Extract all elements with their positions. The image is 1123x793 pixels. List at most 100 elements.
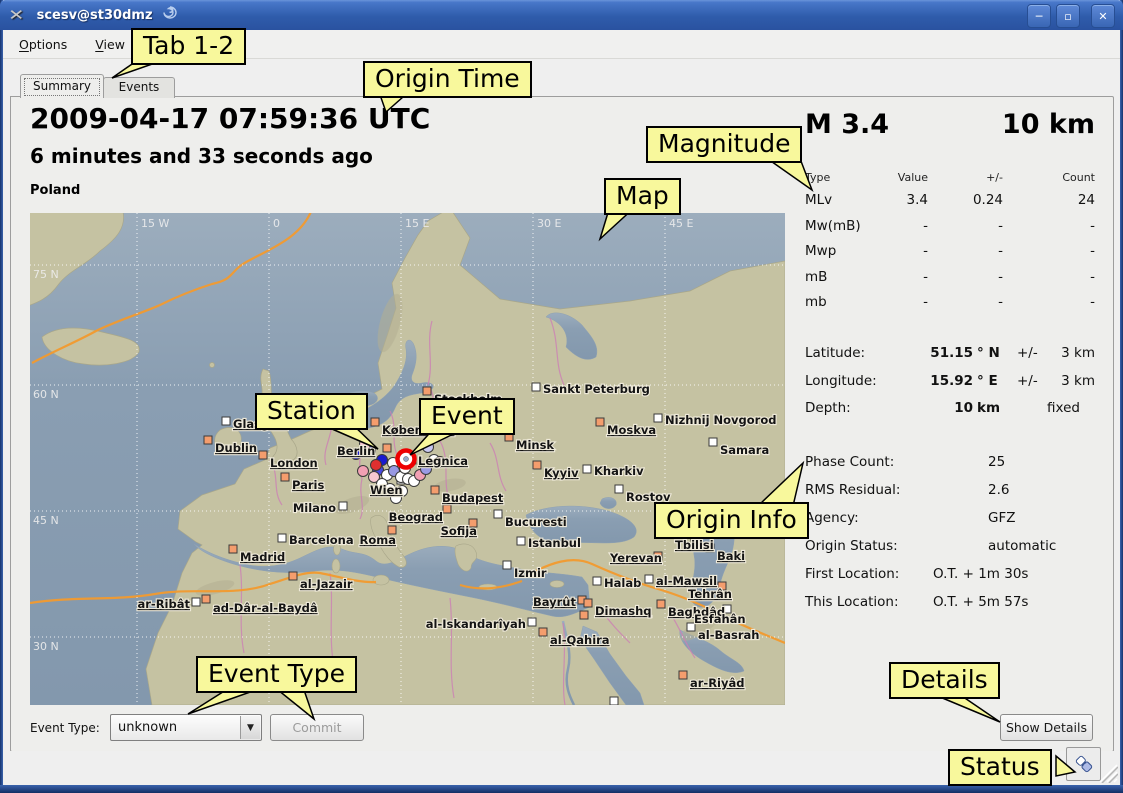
magnitude-cell: 24 (1003, 192, 1095, 208)
callout-event: Event (419, 398, 515, 435)
menu-item-view[interactable]: View (83, 33, 137, 56)
city-label: Baki (717, 549, 745, 563)
magnitude-row-mB: mB--- (805, 269, 1095, 285)
location-row: Latitude:51.15° N+/-3 km (805, 345, 1095, 361)
menu-item-options[interactable]: Options (7, 33, 79, 56)
location-cell: ° N (973, 345, 1017, 361)
city-label: Minsk (516, 438, 554, 452)
city-label: Beograd (389, 510, 443, 524)
city-label: Paris (292, 478, 324, 492)
magnitude-cell: - (1003, 269, 1095, 285)
europe-map[interactable]: 15 W015 E30 E45 E75 N60 N45 N30 N Glasgo… (30, 213, 785, 705)
origin-info-value: 2.6 (988, 482, 1009, 498)
station-marker (371, 460, 382, 471)
magnitude-cell: 3.4 (865, 192, 928, 208)
window-title: scesv@st30dmz (37, 8, 153, 23)
city-marker-Milano (339, 502, 347, 510)
city-label: Kharkiv (594, 464, 644, 478)
time-ago: 6 minutes and 33 seconds ago (30, 144, 373, 168)
city-label: Legnica (418, 454, 468, 468)
tab-events[interactable]: Events (103, 77, 175, 98)
city-label: Tbilisi (675, 538, 714, 552)
city-marker-al-Iskandarîyah (528, 618, 536, 626)
city-marker-Sankt Peterburg (532, 383, 540, 391)
minimize-icon[interactable]: ─ (1027, 4, 1051, 28)
location-cell: fixed (1047, 400, 1095, 416)
city-marker-Dublin (204, 436, 212, 444)
city-label: Istanbul (528, 536, 581, 550)
city-marker-Barcelona (278, 534, 286, 542)
magnitude-row-mb: mb--- (805, 294, 1095, 310)
origin-info-label: Agency: (805, 510, 859, 526)
magnitude-cell: - (865, 243, 928, 259)
show-details-button[interactable]: Show Details (1000, 714, 1093, 741)
location-cell: 3 km (1047, 373, 1095, 389)
city-label: Barcelona (289, 533, 354, 547)
station-marker (358, 466, 369, 477)
magnitude-row-Mwp: Mwp--- (805, 243, 1095, 259)
close-icon[interactable]: ✕ (1091, 4, 1115, 28)
origin-info-value: 25 (988, 454, 1005, 470)
location-cell: 15.92 (901, 373, 973, 389)
location-cell: 3 km (1047, 345, 1095, 361)
magnitude-row-Mw(mB): Mw(mB)--- (805, 218, 1095, 234)
city-marker-København (371, 418, 379, 426)
x11-icon: ✕ (8, 6, 24, 24)
magnitude-cell: - (928, 269, 1003, 285)
city-label: Izmir (514, 566, 547, 580)
city-marker-Beograd (443, 505, 451, 513)
city-marker-Nizhnij Novgorod (654, 414, 662, 422)
title-bar[interactable]: ✕ scesv@st30dmz ─ ▫ ✕ (0, 0, 1123, 30)
city-marker-ar-Ribât (192, 598, 200, 606)
location-cell: Depth: (805, 400, 901, 416)
city-label: Moskva (607, 423, 656, 437)
event-type-dropdown[interactable]: unknown ▼ (110, 714, 262, 741)
event-type-value: unknown (118, 720, 177, 735)
magnitude-cell: MLv (805, 192, 865, 208)
city-label: al-Jazair (300, 577, 353, 591)
city-marker (580, 611, 588, 619)
origin-info-label: Phase Count: (805, 454, 894, 470)
city-marker-al-Jazair (289, 572, 297, 580)
origin-info-value: GFZ (988, 510, 1015, 526)
city-label: al-Qahira (550, 633, 610, 647)
city-label: Roma (360, 533, 397, 547)
window-border (0, 785, 1123, 793)
magnitude-table-header: TypeValue+/-Count (805, 171, 1095, 184)
location-cell: Longitude: (805, 373, 901, 389)
connection-icon (1073, 753, 1095, 775)
location-row: Depth:10kmfixed (805, 400, 1095, 416)
location-cell: km (973, 400, 1017, 416)
city-marker-ad-Dâr-al-Baydâ (202, 595, 210, 603)
city-label: ar-Ribât (138, 597, 191, 611)
city-label: Samara (720, 443, 769, 457)
city-marker-al-Qahira (539, 628, 547, 636)
magnitude-row-MLv: MLv3.40.2424 (805, 192, 1095, 208)
maximize-icon[interactable]: ▫ (1056, 4, 1080, 28)
tab-summary[interactable]: Summary (20, 74, 104, 98)
event-type-label: Event Type: (30, 721, 100, 735)
city-marker-Istanbul (517, 537, 525, 545)
origin-time: 2009-04-17 07:59:36 UTC (30, 102, 430, 135)
city-label: Nizhnij Novgorod (665, 413, 776, 427)
city-label: Halab (604, 576, 641, 590)
city-marker-Madrid (229, 545, 237, 553)
commit-button[interactable]: Commit (270, 714, 364, 741)
city-marker-Berlin (383, 444, 391, 452)
svg-text:30 E: 30 E (537, 217, 561, 230)
connection-status-button[interactable] (1066, 747, 1101, 781)
magnitude-cell: mB (805, 269, 865, 285)
magnitude-col-header: Count (1003, 171, 1095, 184)
callout-status: Status (948, 749, 1052, 786)
callout-map: Map (604, 178, 681, 215)
magnitude-cell: - (928, 294, 1003, 310)
city-label: ad-Dâr-al-Baydâ (213, 601, 318, 615)
city-label: Berlin (337, 444, 375, 458)
city-marker-Paris (281, 473, 289, 481)
location-cell: ° E (973, 373, 1017, 389)
chevron-down-icon[interactable]: ▼ (240, 716, 260, 739)
tab-focus-rect (24, 78, 100, 96)
resize-grip-icon[interactable] (1098, 761, 1118, 783)
event-marker (398, 451, 415, 468)
suse-swirl-icon (161, 5, 179, 25)
